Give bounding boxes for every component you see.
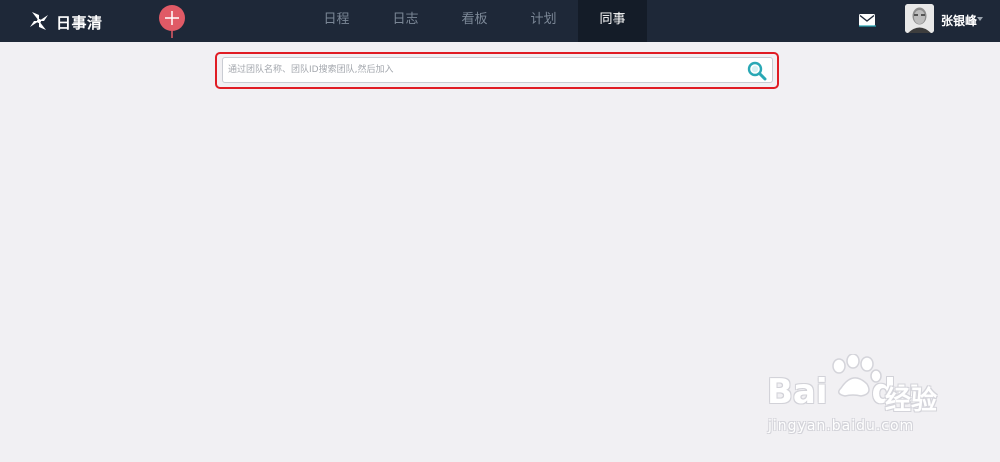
pinwheel-logo-icon bbox=[30, 12, 48, 30]
magnifier-icon[interactable] bbox=[747, 61, 767, 81]
tab-colleagues[interactable]: 同事 bbox=[578, 0, 647, 42]
user-avatar[interactable] bbox=[905, 4, 934, 33]
user-name[interactable]: 张银峰 bbox=[941, 12, 977, 29]
baidu-jingyan-watermark: Bai du 经验 jingyan.baidu.com bbox=[765, 354, 955, 444]
envelope-icon[interactable] bbox=[858, 12, 876, 28]
add-new-button[interactable] bbox=[157, 3, 187, 39]
main-nav-tabs: 日程 日志 看板 计划 同事 bbox=[302, 0, 647, 42]
team-search-input[interactable] bbox=[228, 61, 738, 79]
app-logo[interactable]: 日事清 bbox=[24, 9, 114, 33]
user-photo-icon bbox=[905, 4, 934, 33]
tab-schedule[interactable]: 日程 bbox=[302, 0, 371, 42]
chevron-down-icon[interactable] bbox=[977, 17, 983, 21]
tab-log[interactable]: 日志 bbox=[371, 0, 440, 42]
tab-plan[interactable]: 计划 bbox=[509, 0, 578, 42]
top-navigation-bar: 日事清 日程 日志 看板 计划 同事 张银峰 bbox=[0, 0, 1000, 42]
watermark-url: jingyan.baidu.com bbox=[768, 418, 915, 434]
app-name: 日事清 bbox=[56, 14, 103, 32]
team-search-box bbox=[222, 57, 773, 83]
watermark-product: 经验 bbox=[885, 386, 938, 416]
tab-kanban[interactable]: 看板 bbox=[440, 0, 509, 42]
